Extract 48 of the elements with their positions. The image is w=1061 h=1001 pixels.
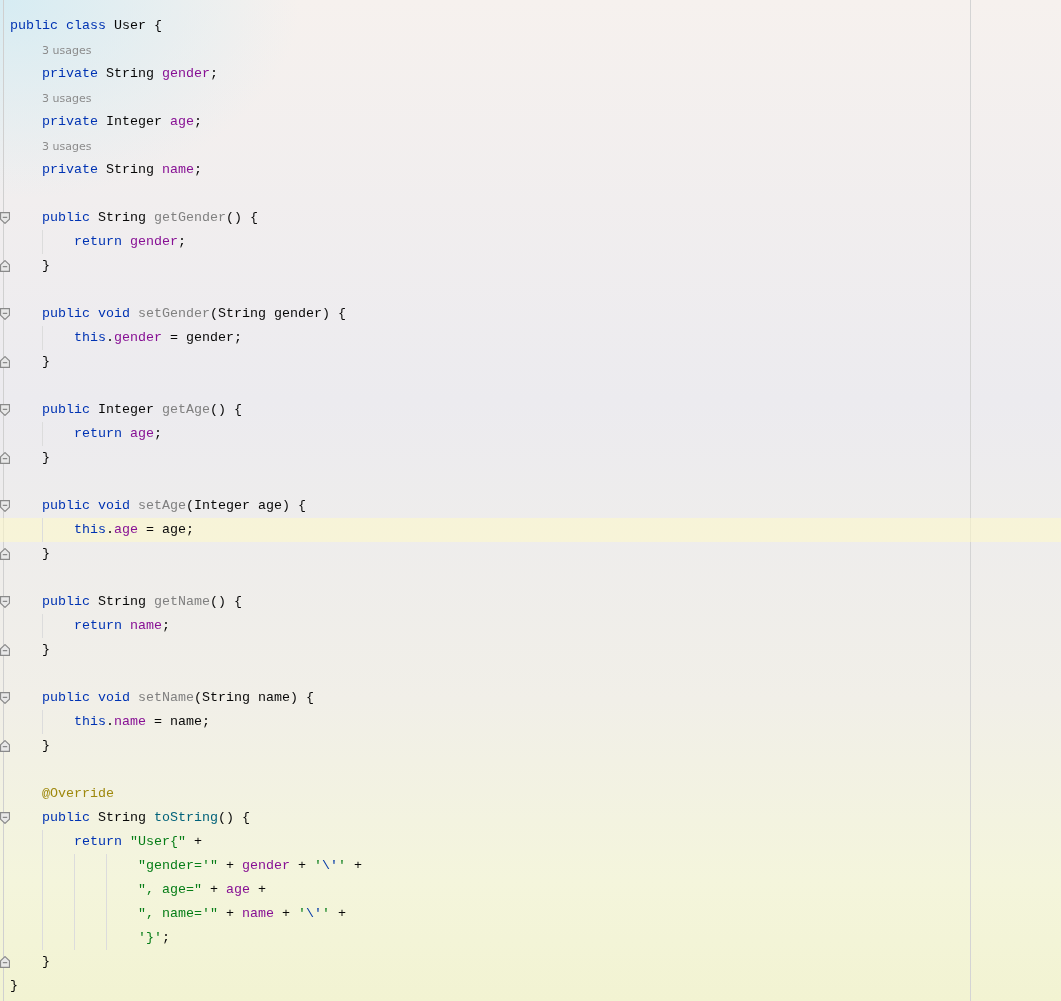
fold-icon[interactable] — [0, 212, 10, 224]
code-line: ", age=" + age + — [138, 881, 266, 899]
code-line: public void setAge(Integer age) { — [42, 497, 306, 515]
code-line: private Integer age; — [42, 113, 202, 131]
usages-hint[interactable]: 3 usages — [42, 43, 92, 57]
code-line: } — [42, 449, 50, 467]
code-line: ", name='" + name + '\'' + — [138, 905, 346, 923]
usages-hint[interactable]: 3 usages — [42, 91, 92, 105]
fold-icon[interactable] — [0, 596, 10, 608]
code-line: private String name; — [42, 161, 202, 179]
code-line: public String toString() { — [42, 809, 250, 827]
code-line: return gender; — [74, 233, 186, 251]
code-line: return name; — [74, 617, 170, 635]
usages-hint[interactable]: 3 usages — [42, 139, 92, 153]
code-line: } — [42, 737, 50, 755]
fold-icon[interactable] — [0, 500, 10, 512]
code-line: public void setName(String name) { — [42, 689, 314, 707]
code-line: '}'; — [138, 929, 170, 947]
unfold-icon[interactable] — [0, 548, 10, 560]
code-line: } — [42, 953, 50, 971]
code-line: this.age = age; — [74, 521, 194, 539]
code-line: } — [10, 977, 18, 995]
unfold-icon[interactable] — [0, 260, 10, 272]
code-line: public void setGender(String gender) { — [42, 305, 346, 323]
code-line: public class User { — [10, 17, 162, 35]
unfold-icon[interactable] — [0, 644, 10, 656]
fold-icon[interactable] — [0, 404, 10, 416]
code-line: this.name = name; — [74, 713, 210, 731]
code-line: this.gender = gender; — [74, 329, 242, 347]
code-line: public String getName() { — [42, 593, 242, 611]
fold-icon[interactable] — [0, 692, 10, 704]
code-line: public Integer getAge() { — [42, 401, 242, 419]
code-line: } — [42, 545, 50, 563]
code-line: } — [42, 353, 50, 371]
code-line: } — [42, 257, 50, 275]
unfold-icon[interactable] — [0, 356, 10, 368]
code-line: return age; — [74, 425, 162, 443]
fold-icon[interactable] — [0, 812, 10, 824]
fold-icon[interactable] — [0, 308, 10, 320]
code-line: @Override — [42, 785, 114, 803]
code-line: "gender='" + gender + '\'' + — [138, 857, 362, 875]
unfold-icon[interactable] — [0, 452, 10, 464]
code-line: return "User{" + — [74, 833, 202, 851]
code-line: public String getGender() { — [42, 209, 258, 227]
code-line: private String gender; — [42, 65, 218, 83]
unfold-icon[interactable] — [0, 740, 10, 752]
unfold-icon[interactable] — [0, 956, 10, 968]
code-line: } — [42, 641, 50, 659]
